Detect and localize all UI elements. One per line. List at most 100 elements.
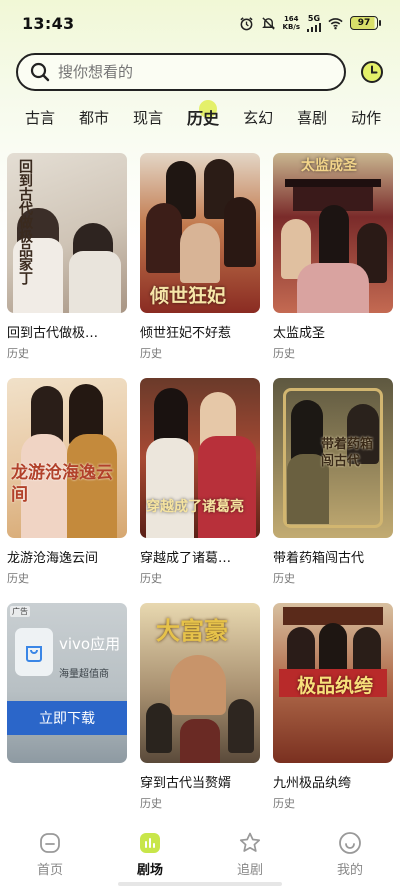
drama-genre-tag: 历史 [273,347,295,360]
net-speed-value: 164 [283,15,299,23]
drama-genre-tag: 历史 [140,797,162,810]
actor-silhouette [224,197,256,267]
signal: 5G [307,13,321,32]
ad-card[interactable]: 广告 vivo应用 海量超值商 立即下载 [7,603,127,828]
ad-background [7,603,127,763]
drama-poster[interactable]: 大富豪 [140,603,260,763]
poster-title-art: 倾世狂妃 [150,285,227,307]
drama-card[interactable]: 回到古代做极品家丁 回到古代做极… 历史 [7,153,127,378]
actor-silhouette [319,205,349,267]
drama-card[interactable]: 带着药箱闯古代 带着药箱闯古代 历史 [273,378,393,603]
network-type: 5G [307,13,321,23]
drama-title: 带着药箱闯古代 [273,551,365,566]
costume-shape [297,263,369,313]
drama-card[interactable]: 太监成圣 太监成圣 历史 [273,153,393,378]
alarm-icon [239,16,253,30]
actor-silhouette [146,203,182,273]
drama-card[interactable]: 穿越成了诸葛亮 穿越成了诸葛… 历史 [140,378,260,603]
drama-poster[interactable]: 穿越成了诸葛亮 [140,378,260,538]
nav-item-theater[interactable]: 剧场 [115,831,185,878]
drama-poster[interactable]: 回到古代做极品家丁 [7,153,127,313]
drama-poster[interactable]: 带着药箱闯古代 [273,378,393,538]
drama-poster[interactable]: 倾世狂妃 [140,153,260,313]
home-icon [40,833,60,853]
poster-title-art: 大富豪 [156,616,228,645]
actor-silhouette [291,400,323,462]
tab-xuan-huan[interactable]: 玄幻 [243,107,273,128]
actor-silhouette [228,699,254,753]
theater-icon [140,833,160,853]
poster-title-art: 龙游沧海逸云间 [11,463,113,505]
drama-card[interactable]: 大富豪 穿到古代当赘婿 历史 [140,603,260,828]
poster-title-art: 穿越成了诸葛亮 [146,499,244,515]
bottom-nav: 首页 剧场 追剧 我的 [0,827,400,889]
ad-subtitle: 海量超值商 [59,669,109,680]
search-icon [30,62,50,82]
drama-poster[interactable]: 龙游沧海逸云间 [7,378,127,538]
drama-title: 穿到古代当赘婿 [140,776,232,791]
drama-genre-tag: 历史 [140,347,162,360]
drama-genre-tag: 历史 [7,347,29,360]
drama-genre-tag: 历史 [140,572,162,585]
status-bar: 13:43 164 KB/s 5G 97 [0,0,400,46]
actor-silhouette [170,655,226,715]
palace-roof [285,179,381,187]
tab-gu-yan[interactable]: 古言 [25,107,55,128]
actor-silhouette [146,703,172,753]
nav-label: 剧场 [136,863,163,878]
tab-li-shi[interactable]: 历史 [187,100,219,129]
costume-shape [180,719,220,763]
mute-bell-icon [261,16,275,30]
signal-icon [307,22,321,32]
drama-title: 九州极品纨绔 [273,776,352,791]
history-clock-icon[interactable] [360,60,384,84]
costume-shape [69,251,121,313]
tab-dong-zuo[interactable]: 动作 [351,107,381,128]
drama-grid: 回到古代做极品家丁 回到古代做极… 历史 倾世狂妃 倾世狂妃不好惹 历史 太监成… [7,153,395,828]
ad-badge: 广告 [10,606,30,617]
poster-title-art: 回到古代做极品家丁 [17,159,33,285]
drama-poster[interactable]: 太监成圣 [273,153,393,313]
drama-genre-tag: 历史 [273,797,295,810]
shopping-bag-icon [26,646,42,662]
drama-title: 回到古代做极… [7,326,99,341]
net-speed-unit: KB/s [282,23,300,31]
costume-shape [146,438,194,538]
nav-label: 首页 [36,863,63,878]
nav-label: 我的 [336,863,363,878]
nav-item-home[interactable]: 首页 [15,831,85,878]
drama-title: 倾世狂妃不好惹 [140,326,232,341]
tab-xian-yan[interactable]: 现言 [133,107,163,128]
search-box[interactable] [16,53,346,91]
poster-title-art: 太监成圣 [301,158,357,174]
drama-card[interactable]: 倾世狂妃 倾世狂妃不好惹 历史 [140,153,260,378]
poster-title-art: 极品纨绔 [297,675,374,697]
drama-card[interactable]: 龙游沧海逸云间 龙游沧海逸云间 历史 [7,378,127,603]
status-icons: 164 KB/s 5G 97 [239,13,381,32]
search-row [16,52,386,92]
drama-title: 龙游沧海逸云间 [7,551,99,566]
app-store-logo-icon [15,628,53,676]
profile-icon [339,832,361,854]
drama-genre-tag: 历史 [273,572,295,585]
battery-indicator: 97 [350,16,381,30]
net-speed: 164 KB/s [283,15,300,31]
drama-title: 穿越成了诸葛… [140,551,232,566]
drama-genre-tag: 历史 [7,572,29,585]
ad-brand-text: vivo应用 [59,635,121,653]
ad-download-button[interactable]: 立即下载 [7,701,127,735]
star-icon [239,832,261,852]
search-input[interactable] [58,63,318,81]
nav-item-profile[interactable]: 我的 [315,831,385,878]
drama-poster[interactable]: 极品纨绔 [273,603,393,763]
drama-card[interactable]: 极品纨绔 九州极品纨绔 历史 [273,603,393,828]
poster-title-art: 带着药箱闯古代 [321,437,374,469]
costume-shape [198,436,256,538]
nav-item-follow[interactable]: 追剧 [215,831,285,878]
tab-du-shi[interactable]: 都市 [79,107,109,128]
nav-label: 追剧 [236,863,263,878]
ad-banner[interactable]: 广告 vivo应用 海量超值商 立即下载 [7,603,127,763]
drama-title: 太监成圣 [273,326,326,341]
tab-xi-ju[interactable]: 喜剧 [297,107,327,128]
home-indicator [118,882,282,886]
